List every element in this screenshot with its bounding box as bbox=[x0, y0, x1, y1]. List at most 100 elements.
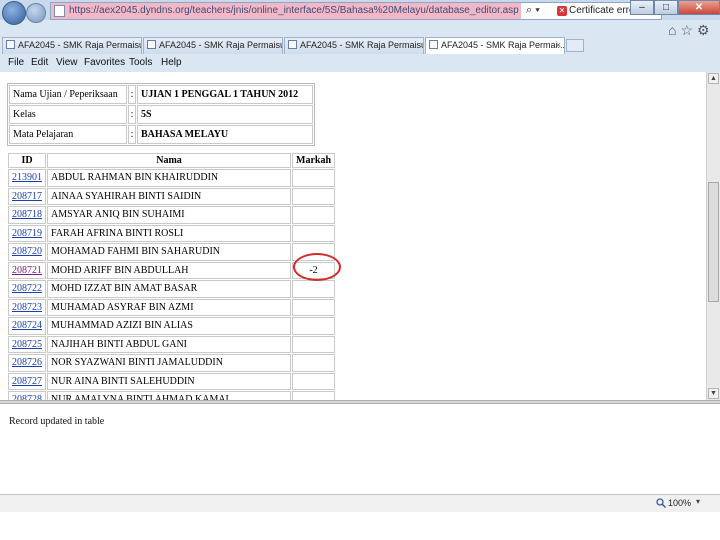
tab-2[interactable]: AFA2045 - SMK Raja Permaisur... bbox=[143, 37, 283, 54]
student-name: MOHD ARIFF BIN ABDULLAH bbox=[47, 261, 291, 279]
student-mark bbox=[292, 335, 335, 353]
table-row: 208721 MOHD ARIFF BIN ABDULLAH -2 bbox=[8, 261, 335, 279]
student-name: MUHAMAD ASYRAF BIN AZMI bbox=[47, 298, 291, 316]
student-id-link[interactable]: 208719 bbox=[8, 224, 46, 242]
student-mark bbox=[292, 317, 335, 335]
tab-label: AFA2045 - SMK Raja Permaisur... bbox=[18, 40, 142, 50]
close-button[interactable]: ✕ bbox=[678, 0, 720, 15]
page-icon bbox=[6, 40, 15, 49]
menu-file[interactable]: File bbox=[8, 57, 24, 68]
menu-tools[interactable]: Tools bbox=[129, 57, 152, 68]
student-name: ABDUL RAHMAN BIN KHAIRUDDIN bbox=[47, 169, 291, 187]
url-text[interactable]: https://aex2045.dyndns.org/teachers/jnis… bbox=[69, 5, 519, 16]
class-label: Kelas bbox=[9, 105, 127, 124]
header-name: Nama bbox=[47, 153, 291, 168]
student-id-link[interactable]: 208720 bbox=[8, 243, 46, 261]
student-id-link[interactable]: 208724 bbox=[8, 317, 46, 335]
class-row: Kelas : 5S bbox=[9, 105, 313, 124]
student-mark: -2 bbox=[292, 261, 335, 279]
student-id-link[interactable]: 208725 bbox=[8, 335, 46, 353]
student-name: NUR AINA BINTI SALEHUDDIN bbox=[47, 372, 291, 390]
menu-bar: File Edit View Favorites Tools Help bbox=[0, 55, 720, 71]
student-name: MOHAMAD FAHMI BIN SAHARUDIN bbox=[47, 243, 291, 261]
zoom-icon[interactable] bbox=[656, 498, 666, 508]
student-mark bbox=[292, 298, 335, 316]
student-mark bbox=[292, 224, 335, 242]
exam-label: Nama Ujian / Peperiksaan bbox=[9, 85, 127, 104]
tab-1[interactable]: AFA2045 - SMK Raja Permaisur... bbox=[2, 37, 142, 54]
student-id-link[interactable]: 213901 bbox=[8, 169, 46, 187]
minimize-button[interactable]: – bbox=[630, 0, 654, 15]
student-id-link[interactable]: 208726 bbox=[8, 354, 46, 372]
vertical-scrollbar[interactable]: ▲ ▼ bbox=[706, 72, 720, 400]
student-name: AMSYAR ANIQ BIN SUHAIMI bbox=[47, 206, 291, 224]
exam-info-table: Nama Ujian / Peperiksaan : UJIAN 1 PENGG… bbox=[7, 83, 315, 146]
student-name: FARAH AFRINA BINTI ROSLI bbox=[47, 224, 291, 242]
separator: : bbox=[128, 85, 136, 104]
search-dropdown-icon[interactable]: ⌕ ▾ bbox=[526, 4, 540, 17]
new-tab-button[interactable] bbox=[566, 39, 584, 52]
status-bar: 100% ▾ bbox=[0, 494, 720, 512]
table-row: 208724 MUHAMMAD AZIZI BIN ALIAS bbox=[8, 317, 335, 335]
student-name: MUHAMMAD AZIZI BIN ALIAS bbox=[47, 317, 291, 335]
tab-close-icon[interactable]: × bbox=[556, 38, 561, 53]
tab-4-active[interactable]: AFA2045 - SMK Raja Permai... × bbox=[425, 37, 565, 54]
tab-label: AFA2045 - SMK Raja Permaisur... bbox=[159, 40, 283, 50]
student-name: AINAA SYAHIRAH BINTI SAIDIN bbox=[47, 187, 291, 205]
student-id-link[interactable]: 208717 bbox=[8, 187, 46, 205]
page-icon bbox=[147, 40, 156, 49]
subject-row: Mata Pelajaran : BAHASA MELAYU bbox=[9, 125, 313, 144]
tab-label: AFA2045 - SMK Raja Permai... bbox=[441, 40, 565, 50]
maximize-button[interactable]: □ bbox=[654, 0, 678, 15]
tab-strip: AFA2045 - SMK Raja Permaisur... AFA2045 … bbox=[0, 37, 720, 55]
page-margin bbox=[0, 512, 720, 540]
class-value: 5S bbox=[137, 105, 313, 124]
menu-help[interactable]: Help bbox=[161, 57, 182, 68]
separator: : bbox=[128, 105, 136, 124]
header-mark: Markah bbox=[292, 153, 335, 168]
student-name: NOR SYAZWANI BINTI JAMALUDDIN bbox=[47, 354, 291, 372]
scroll-up-icon[interactable]: ▲ bbox=[708, 73, 719, 84]
student-id-link[interactable]: 208727 bbox=[8, 372, 46, 390]
back-button[interactable] bbox=[2, 1, 26, 25]
table-row: 208719 FARAH AFRINA BINTI ROSLI bbox=[8, 224, 335, 242]
subject-value: BAHASA MELAYU bbox=[137, 125, 313, 144]
student-name: NAJIHAH BINTI ABDUL GANI bbox=[47, 335, 291, 353]
student-mark bbox=[292, 372, 335, 390]
tab-3[interactable]: AFA2045 - SMK Raja Permaisur... bbox=[284, 37, 424, 54]
exam-row: Nama Ujian / Peperiksaan : UJIAN 1 PENGG… bbox=[9, 85, 313, 104]
student-id-link[interactable]: 208723 bbox=[8, 298, 46, 316]
table-header-row: ID Nama Markah bbox=[8, 153, 335, 168]
table-row: 208725 NAJIHAH BINTI ABDUL GANI bbox=[8, 335, 335, 353]
page-icon bbox=[429, 40, 438, 49]
table-row: 208720 MOHAMAD FAHMI BIN SAHARUDIN bbox=[8, 243, 335, 261]
student-mark bbox=[292, 187, 335, 205]
student-mark bbox=[292, 280, 335, 298]
student-mark bbox=[292, 206, 335, 224]
chevron-down-icon[interactable]: ▾ bbox=[696, 497, 700, 506]
student-mark bbox=[292, 169, 335, 187]
separator: : bbox=[128, 125, 136, 144]
page-icon bbox=[288, 40, 297, 49]
menu-view[interactable]: View bbox=[56, 57, 78, 68]
student-id-link[interactable]: 208721 bbox=[8, 261, 46, 279]
browser-chrome: https://aex2045.dyndns.org/teachers/jnis… bbox=[0, 0, 720, 74]
scrollbar-thumb[interactable] bbox=[708, 182, 719, 302]
address-bar[interactable]: https://aex2045.dyndns.org/teachers/jnis… bbox=[50, 2, 662, 20]
menu-edit[interactable]: Edit bbox=[31, 57, 48, 68]
students-table: ID Nama Markah 213901 ABDUL RAHMAN BIN KH… bbox=[7, 152, 336, 410]
forward-button[interactable] bbox=[26, 3, 46, 23]
student-name: MOHD IZZAT BIN AMAT BASAR bbox=[47, 280, 291, 298]
student-mark bbox=[292, 243, 335, 261]
table-row: 213901 ABDUL RAHMAN BIN KHAIRUDDIN bbox=[8, 169, 335, 187]
table-row: 208727 NUR AINA BINTI SALEHUDDIN bbox=[8, 372, 335, 390]
student-id-link[interactable]: 208722 bbox=[8, 280, 46, 298]
status-message: Record updated in table bbox=[9, 416, 105, 427]
table-row: 208726 NOR SYAZWANI BINTI JAMALUDDIN bbox=[8, 354, 335, 372]
status-frame: Record updated in table bbox=[0, 404, 720, 494]
zoom-level[interactable]: 100% bbox=[668, 498, 691, 508]
scroll-down-icon[interactable]: ▼ bbox=[708, 388, 719, 399]
student-id-link[interactable]: 208718 bbox=[8, 206, 46, 224]
tab-label: AFA2045 - SMK Raja Permaisur... bbox=[300, 40, 424, 50]
menu-favorites[interactable]: Favorites bbox=[84, 57, 125, 68]
